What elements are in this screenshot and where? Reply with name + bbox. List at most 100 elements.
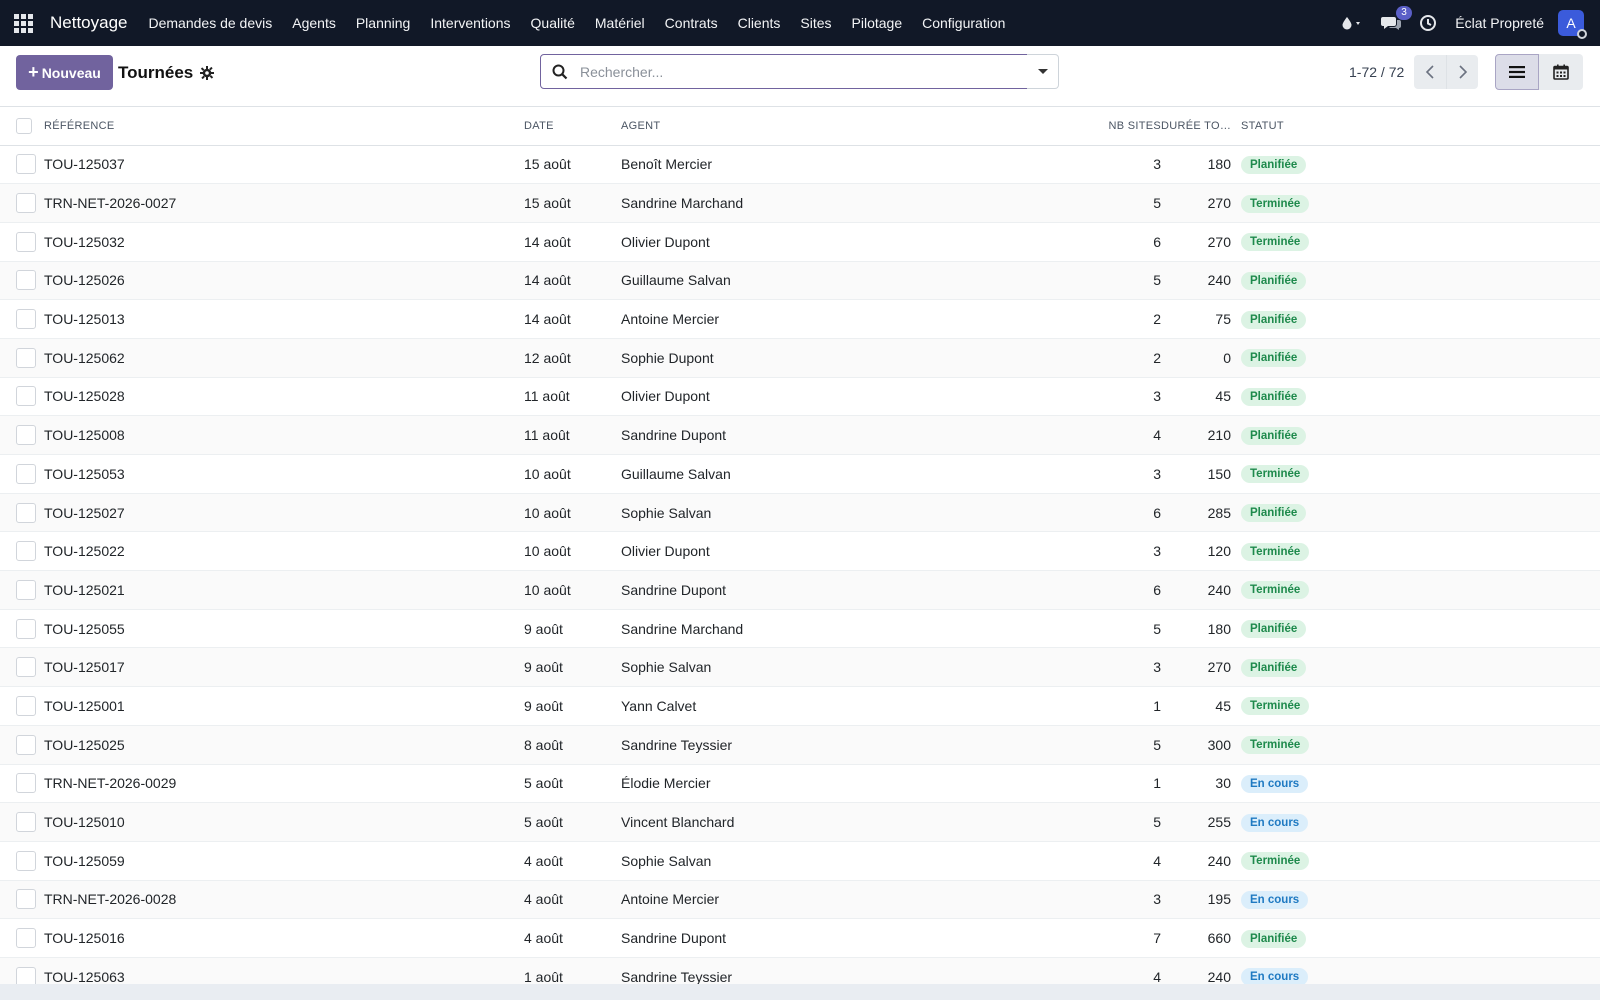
status-badge: Planifiée (1241, 620, 1307, 639)
menu-item-sites[interactable]: Sites (800, 15, 831, 31)
table-row[interactable]: TRN-NET-2026-0027 15 août Sandrine Marchan… (0, 183, 1600, 223)
search-options-toggle[interactable] (1027, 54, 1059, 89)
cell-reference: TOU-125053 (44, 454, 524, 494)
table-row[interactable]: TOU-125016 4 août Sandrine Dupont 7 660 Plani… (0, 918, 1600, 958)
chat-icon[interactable]: 3 (1381, 6, 1412, 31)
calendar-view-button[interactable] (1539, 54, 1583, 90)
pager-previous-button[interactable] (1414, 55, 1446, 89)
row-checkbox[interactable] (16, 347, 36, 368)
row-checkbox[interactable] (16, 502, 36, 523)
row-checkbox[interactable] (16, 463, 36, 484)
row-select-cell (0, 686, 44, 726)
cell-reference: TOU-125001 (44, 686, 524, 726)
menu-item-qualite[interactable]: Qualité (531, 15, 575, 31)
table-row[interactable]: TRN-NET-2026-0029 5 août Élodie Mercier 1 30… (0, 764, 1600, 804)
row-checkbox[interactable] (16, 154, 36, 175)
column-header-date[interactable]: Date (524, 107, 621, 146)
menu-item-materiel[interactable]: Matériel (595, 15, 645, 31)
pager-value[interactable]: 1-72 / 72 (1349, 64, 1404, 80)
cell-nb-sites: 6 (1091, 493, 1161, 533)
table-row[interactable]: TOU-125055 9 août Sandrine Marchand 5 180 Pla… (0, 609, 1600, 649)
menu-item-demandes-de-devis[interactable]: Demandes de devis (149, 15, 273, 31)
cell-statut: Planifiée (1241, 918, 1600, 958)
row-checkbox[interactable] (16, 850, 36, 871)
row-checkbox[interactable] (16, 966, 36, 984)
cell-duree: 240 (1161, 841, 1241, 881)
cell-nb-sites: 6 (1091, 222, 1161, 262)
row-checkbox[interactable] (16, 386, 36, 407)
table-row[interactable]: TOU-125053 10 août Guillaume Salvan 3 150 Ter… (0, 454, 1600, 494)
cell-date: 10 août (524, 493, 621, 533)
row-checkbox[interactable] (16, 193, 36, 214)
cell-statut: Planifiée (1241, 261, 1600, 301)
table-row[interactable]: TOU-125025 8 août Sandrine Teyssier 5 300 Ter… (0, 725, 1600, 765)
cell-date: 5 août (524, 802, 621, 842)
row-checkbox[interactable] (16, 270, 36, 291)
row-checkbox[interactable] (16, 657, 36, 678)
app-brand[interactable]: Nettoyage (50, 13, 128, 33)
avatar-letter: A (1566, 15, 1576, 31)
cell-date: 9 août (524, 647, 621, 688)
column-header-duree[interactable]: Durée tot… (1161, 107, 1241, 146)
menu-item-pilotage[interactable]: Pilotage (852, 15, 903, 31)
status-badge: En cours (1241, 813, 1309, 832)
cell-nb-sites: 4 (1091, 841, 1161, 881)
table-row[interactable]: TOU-125010 5 août Vincent Blanchard 5 255 En … (0, 802, 1600, 842)
clock-icon[interactable] (1419, 14, 1437, 32)
company-switcher[interactable]: Éclat Propreté (1455, 15, 1544, 31)
table-row[interactable]: TOU-125062 12 août Sophie Dupont 2 0 Planifié… (0, 338, 1600, 378)
table-row[interactable]: TOU-125001 9 août Yann Calvet 1 45 Terminée (0, 686, 1600, 726)
column-header-reference[interactable]: Référence (44, 107, 524, 146)
column-header-statut[interactable]: Statut (1241, 107, 1600, 146)
select-all-checkbox[interactable] (16, 117, 32, 134)
menu-item-contrats[interactable]: Contrats (665, 15, 718, 31)
row-checkbox[interactable] (16, 579, 36, 600)
row-checkbox[interactable] (16, 889, 36, 910)
droplet-icon[interactable] (1341, 16, 1363, 30)
table-row[interactable]: TOU-125022 10 août Olivier Dupont 3 120 Termi… (0, 531, 1600, 572)
menu-item-configuration[interactable]: Configuration (922, 15, 1005, 31)
table-row[interactable]: TOU-125017 9 août Sophie Salvan 3 270 Planifi… (0, 647, 1600, 688)
cell-nb-sites: 7 (1091, 918, 1161, 958)
table-row[interactable]: TOU-125059 4 août Sophie Salvan 4 240 Terminé… (0, 841, 1600, 881)
column-header-agent[interactable]: Agent (621, 107, 1091, 146)
apps-grid-icon[interactable] (0, 0, 46, 46)
row-checkbox[interactable] (16, 425, 36, 446)
pager-next-button[interactable] (1446, 55, 1478, 89)
table-row[interactable]: TOU-125063 1 août Sandrine Teyssier 4 240 En … (0, 957, 1600, 984)
row-checkbox[interactable] (16, 618, 36, 639)
cell-nb-sites: 3 (1091, 880, 1161, 920)
avatar[interactable]: A (1558, 10, 1587, 39)
row-checkbox[interactable] (16, 734, 36, 755)
row-checkbox[interactable] (16, 695, 36, 716)
table-row[interactable]: TOU-125008 11 août Sandrine Dupont 4 210 Plan… (0, 415, 1600, 455)
gear-icon[interactable] (200, 66, 215, 80)
table-row[interactable]: TOU-125013 14 août Antoine Mercier 2 75 Plani… (0, 299, 1600, 339)
table-row[interactable]: TOU-125026 14 août Guillaume Salvan 5 240 Pla… (0, 261, 1600, 301)
cell-nb-sites: 5 (1091, 609, 1161, 649)
row-checkbox[interactable] (16, 928, 36, 949)
table-row[interactable]: TOU-125028 11 août Olivier Dupont 3 45 Planif… (0, 377, 1600, 417)
menu-item-agents[interactable]: Agents (292, 15, 336, 31)
row-checkbox[interactable] (16, 812, 36, 833)
menu-item-clients[interactable]: Clients (738, 15, 781, 31)
table-row[interactable]: TRN-NET-2026-0028 4 août Antoine Mercier 3 1… (0, 880, 1600, 920)
row-checkbox[interactable] (16, 309, 36, 330)
cell-agent: Olivier Dupont (621, 531, 1091, 572)
cell-nb-sites: 6 (1091, 570, 1161, 610)
search-input[interactable] (580, 63, 1000, 80)
row-checkbox[interactable] (16, 541, 36, 562)
table-row[interactable]: TOU-125021 10 août Sandrine Dupont 6 240 Term… (0, 570, 1600, 610)
menu-item-planning[interactable]: Planning (356, 15, 411, 31)
column-header-nb-sites[interactable]: Nb sites (1091, 107, 1161, 146)
table-row[interactable]: TOU-125037 15 août Benoît Mercier 3 180 Plani… (0, 145, 1600, 185)
table-row[interactable]: TOU-125027 10 août Sophie Salvan 6 285 Planif… (0, 493, 1600, 533)
row-checkbox[interactable] (16, 231, 36, 252)
menu-item-interventions[interactable]: Interventions (430, 15, 510, 31)
cell-duree: 270 (1161, 222, 1241, 262)
new-button[interactable]: + Nouveau (16, 55, 113, 90)
list-view-button[interactable] (1495, 54, 1539, 90)
cell-reference: TRN-NET-2026-0028 (44, 880, 524, 920)
row-checkbox[interactable] (16, 773, 36, 794)
table-row[interactable]: TOU-125032 14 août Olivier Dupont 6 270 Termi… (0, 222, 1600, 262)
